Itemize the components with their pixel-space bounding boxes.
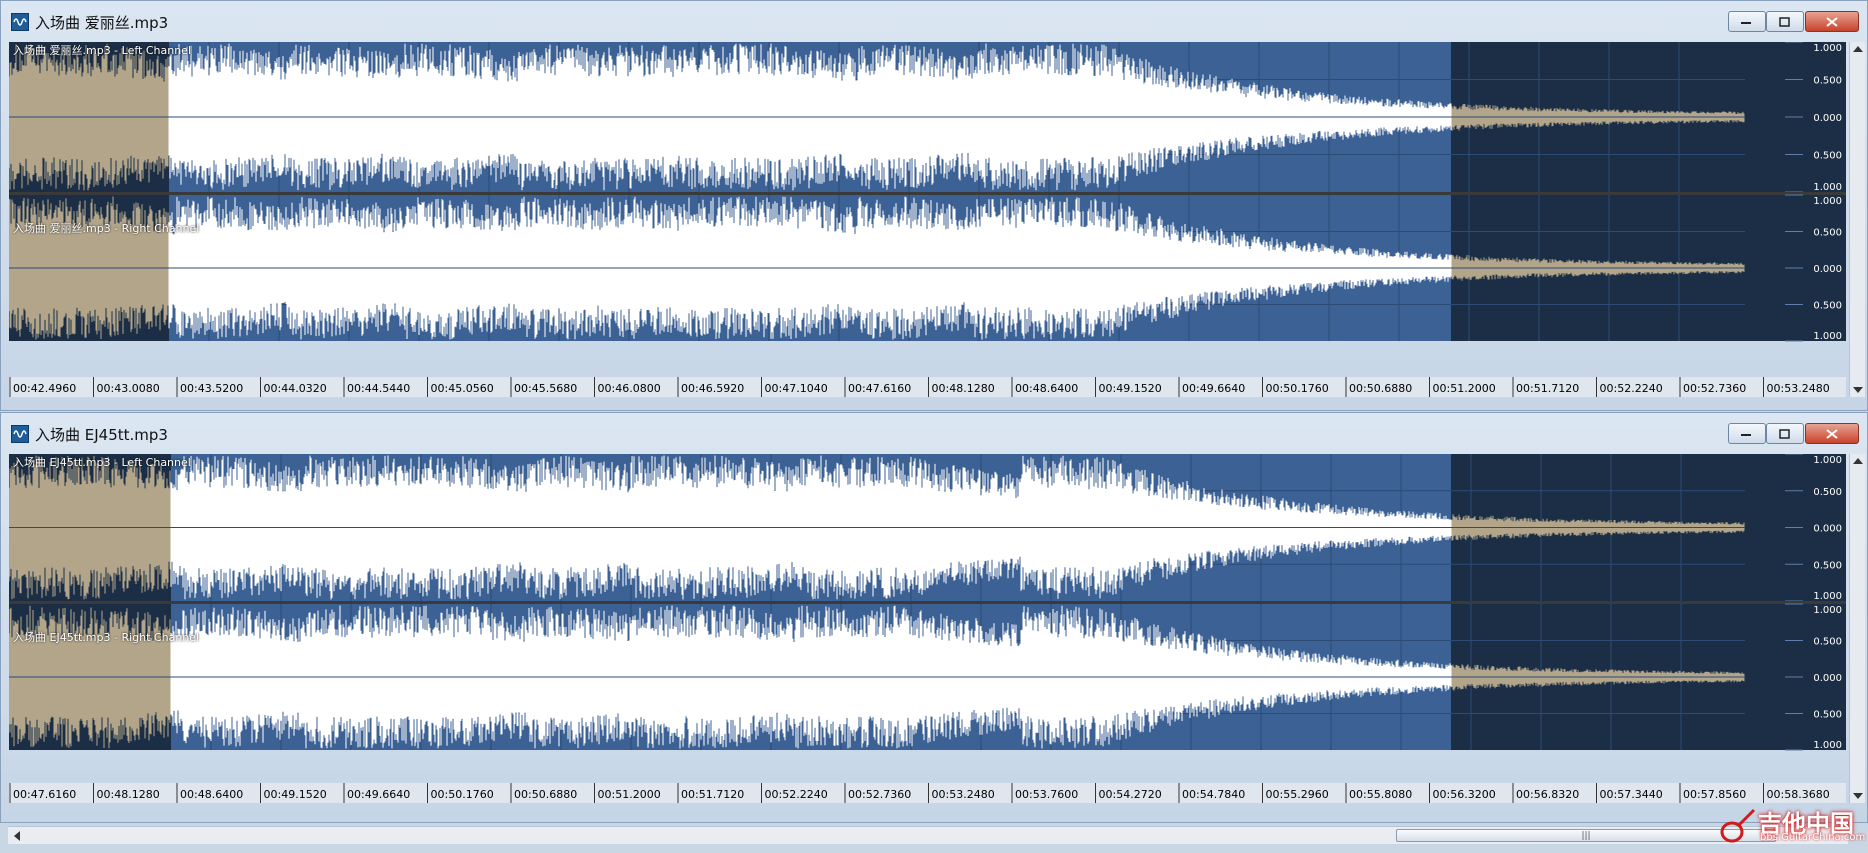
- amplitude-label: 0.500: [1813, 151, 1842, 162]
- time-label: 00:49.1520: [1099, 382, 1162, 395]
- time-label: 00:48.1280: [97, 788, 160, 801]
- amplitude-label: 0.500: [1813, 228, 1842, 239]
- time-label: 00:50.6880: [514, 788, 577, 801]
- time-label: 00:48.1280: [932, 382, 995, 395]
- waveform-svg[interactable]: 1.000 0.500 0.000 0.500 1.000 1.000 0.500 0.000…: [9, 454, 1846, 803]
- watermark-logo: 吉他中国 bbs.GuitarChina.com: [1716, 800, 1866, 850]
- time-label: 00:54.2720: [1099, 788, 1162, 801]
- time-label: 00:53.2480: [932, 788, 995, 801]
- amplitude-label: 1.000: [1813, 605, 1842, 616]
- left-channel-label: 入场曲 爱丽丝.mp3 - Left Channel: [13, 44, 192, 57]
- amplitude-label: 1.000: [1813, 331, 1842, 342]
- channel-separator: [9, 601, 1846, 604]
- amplitude-label: 1.000: [1813, 43, 1842, 54]
- maximize-button[interactable]: [1766, 423, 1804, 444]
- waveform-app-icon: [11, 425, 29, 443]
- time-label: 00:46.0800: [598, 382, 661, 395]
- time-label: 00:55.8080: [1349, 788, 1412, 801]
- amplitude-label: 0.000: [1813, 673, 1842, 684]
- close-button[interactable]: [1805, 11, 1859, 32]
- horizontal-scrollbar[interactable]: |||: [8, 826, 1848, 844]
- time-label: 00:48.6400: [1015, 382, 1078, 395]
- right-channel-label: 入场曲 爱丽丝.mp3 - Right Channel: [13, 222, 200, 235]
- time-label: 00:50.1760: [431, 788, 494, 801]
- waveform-panel[interactable]: 1.000 0.500 0.000 0.500 1.000 1.000 0.500 0.000…: [9, 42, 1846, 397]
- amplitude-label: 0.000: [1813, 264, 1842, 275]
- time-label: 00:57.3440: [1600, 788, 1663, 801]
- left-channel-label: 入场曲 EJ45tt.mp3 - Left Channel: [13, 456, 191, 469]
- time-label: 00:50.1760: [1266, 382, 1329, 395]
- channel-separator: [9, 192, 1846, 195]
- time-label: 00:52.2240: [765, 788, 828, 801]
- amplitude-label: 1.000: [1813, 591, 1842, 602]
- time-label: 00:51.2000: [598, 788, 661, 801]
- vertical-scrollbar[interactable]: [1849, 42, 1865, 397]
- amplitude-label: 1.000: [1813, 182, 1842, 193]
- time-label: 00:46.5920: [681, 382, 744, 395]
- minimize-button[interactable]: [1728, 11, 1766, 32]
- window-title: 入场曲 EJ45tt.mp3: [35, 426, 168, 444]
- time-label: 00:44.0320: [264, 382, 327, 395]
- amplitude-label: 0.500: [1813, 560, 1842, 571]
- scroll-left-icon[interactable]: [14, 831, 20, 841]
- time-label: 00:53.2480: [1767, 382, 1830, 395]
- right-channel-label: 入场曲 EJ45tt.mp3 - Right Channel: [13, 631, 200, 644]
- time-label: 00:43.0080: [97, 382, 160, 395]
- scroll-up-icon[interactable]: [1853, 46, 1863, 52]
- time-label: 00:51.7120: [1516, 382, 1579, 395]
- time-label: 00:49.1520: [264, 788, 327, 801]
- time-label: 00:54.7840: [1182, 788, 1245, 801]
- watermark-url: bbs.GuitarChina.com: [1760, 832, 1866, 843]
- time-label: 00:51.2000: [1433, 382, 1496, 395]
- time-label: 00:47.6160: [13, 788, 76, 801]
- amplitude-label: 1.000: [1813, 740, 1842, 751]
- amplitude-label: 0.000: [1813, 524, 1842, 535]
- time-label: 00:43.5200: [180, 382, 243, 395]
- time-label: 00:52.7360: [1683, 382, 1746, 395]
- amplitude-label: 0.500: [1813, 637, 1842, 648]
- time-label: 00:50.6880: [1349, 382, 1412, 395]
- time-label: 00:48.6400: [180, 788, 243, 801]
- amplitude-label: 0.500: [1813, 487, 1842, 498]
- time-label: 00:53.7600: [1015, 788, 1078, 801]
- amplitude-label: 0.500: [1813, 301, 1842, 312]
- time-label: 00:45.0560: [431, 382, 494, 395]
- time-label: 00:55.2960: [1266, 788, 1329, 801]
- window-title: 入场曲 爱丽丝.mp3: [35, 14, 169, 32]
- amplitude-label: 1.000: [1813, 455, 1842, 466]
- window-2[interactable]: 入场曲 EJ45tt.mp3 1.000 0.500 0.000 0.500 1.000…: [0, 412, 1868, 823]
- time-label: 00:56.3200: [1433, 788, 1496, 801]
- scroll-up-icon[interactable]: [1853, 458, 1863, 464]
- vertical-scrollbar[interactable]: [1849, 454, 1865, 803]
- amplitude-label: 0.500: [1813, 710, 1842, 721]
- amplitude-label: 0.500: [1813, 76, 1842, 87]
- guitar-icon: [1720, 808, 1756, 843]
- amplitude-label: 0.000: [1813, 113, 1842, 124]
- time-label: 00:52.2240: [1600, 382, 1663, 395]
- time-label: 00:51.7120: [681, 788, 744, 801]
- time-label: 00:56.8320: [1516, 788, 1579, 801]
- close-button[interactable]: [1805, 423, 1859, 444]
- waveform-svg[interactable]: 1.000 0.500 0.000 0.500 1.000 1.000 0.500 0.000…: [9, 42, 1846, 397]
- time-label: 00:44.5440: [347, 382, 410, 395]
- waveform-panel[interactable]: 1.000 0.500 0.000 0.500 1.000 1.000 0.500 0.000…: [9, 454, 1846, 803]
- time-label: 00:42.4960: [13, 382, 76, 395]
- time-label: 00:49.6640: [1182, 382, 1245, 395]
- titlebar[interactable]: 入场曲 爱丽丝.mp3: [1, 1, 1867, 42]
- time-label: 00:47.1040: [765, 382, 828, 395]
- time-label: 00:52.7360: [848, 788, 911, 801]
- time-label: 00:49.6640: [347, 788, 410, 801]
- waveform-app-icon: [11, 13, 29, 31]
- titlebar[interactable]: 入场曲 EJ45tt.mp3: [1, 413, 1867, 454]
- maximize-button[interactable]: [1766, 11, 1804, 32]
- time-label: 00:47.6160: [848, 382, 911, 395]
- time-label: 00:45.5680: [514, 382, 577, 395]
- scroll-down-icon[interactable]: [1853, 793, 1863, 799]
- scroll-down-icon[interactable]: [1853, 387, 1863, 393]
- amplitude-label: 1.000: [1813, 196, 1842, 207]
- thumb-grip: |||: [1581, 831, 1591, 841]
- window-1[interactable]: 入场曲 爱丽丝.mp3 1.000 0.500 0.000 0.500 1.000 1.0…: [0, 0, 1868, 411]
- minimize-button[interactable]: [1728, 423, 1766, 444]
